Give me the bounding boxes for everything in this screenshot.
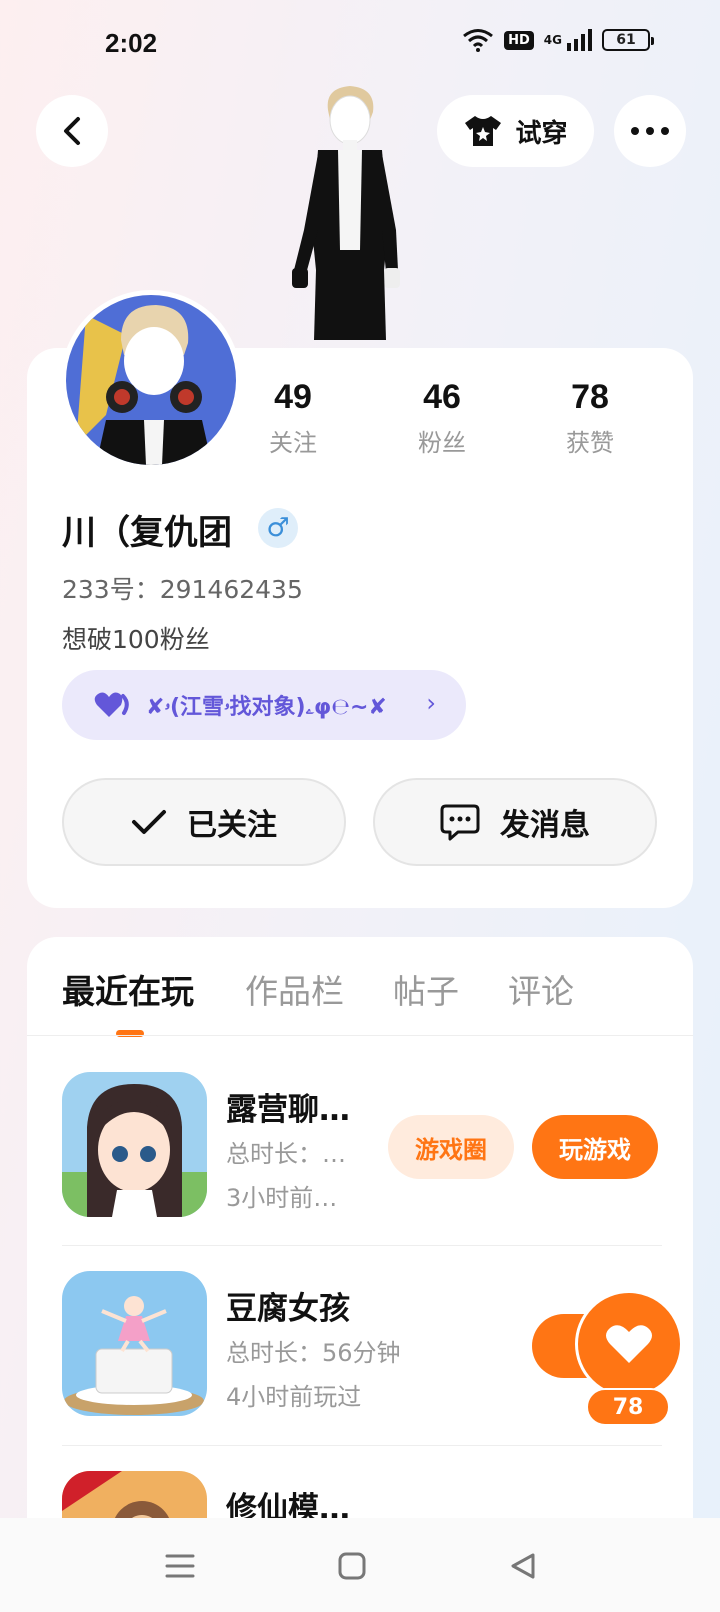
- game-circle-button[interactable]: 游戏圈: [388, 1115, 514, 1179]
- home-button[interactable]: [332, 1548, 372, 1584]
- user-name: 川（复仇团: [62, 513, 232, 553]
- hd-badge: HD: [504, 30, 534, 50]
- group-tag[interactable]: ✘ۥ(江雪ۥ找对象)ۦφ℮~✘ ›: [62, 670, 466, 740]
- user-bio: 想破100粉丝: [62, 625, 210, 654]
- chevron-right-icon: ›: [426, 689, 436, 717]
- game-duration: 总时长：…: [226, 1140, 346, 1168]
- more-options-button[interactable]: [614, 95, 686, 167]
- like-button[interactable]: [575, 1290, 683, 1398]
- stat-likes[interactable]: 78 获赞: [535, 378, 645, 458]
- back-button[interactable]: [36, 95, 108, 167]
- tab-posts[interactable]: 帖子: [393, 965, 459, 1013]
- game-last-played: 3小时前…: [226, 1184, 338, 1212]
- row-divider: [62, 1445, 662, 1446]
- tab-comments[interactable]: 评论: [508, 965, 574, 1013]
- more-dots-icon: [631, 127, 669, 135]
- chat-bubble-icon: [440, 804, 480, 841]
- heart-icon: [94, 692, 129, 717]
- gender-male-icon: ♂: [258, 508, 298, 548]
- likes-count: 78: [571, 378, 609, 416]
- game-title: 露营聊…: [226, 1092, 350, 1128]
- following-count: 49: [274, 378, 312, 416]
- system-nav-bar: [0, 1518, 720, 1612]
- profile-tabs: 最近在玩 作品栏 帖子 评论: [0, 965, 720, 1035]
- message-button[interactable]: 发消息: [373, 778, 657, 866]
- list-item[interactable]: 露营聊… 总时长：… 3小时前… 游戏圈 玩游戏: [62, 1072, 662, 1232]
- like-count: 78: [586, 1388, 670, 1426]
- follow-label: 已关注: [187, 808, 277, 843]
- game-title: 豆腐女孩: [226, 1291, 350, 1327]
- status-bar: 2:02 HD 4G 61: [0, 0, 720, 80]
- recents-button[interactable]: [160, 1548, 200, 1584]
- game-icon: [62, 1072, 207, 1217]
- back-triangle-icon: [511, 1553, 535, 1579]
- back-arrow-icon: [64, 117, 80, 145]
- menu-icon: [165, 1554, 195, 1578]
- battery-indicator: 61: [602, 29, 654, 51]
- message-label: 发消息: [500, 808, 590, 843]
- wifi-icon: [463, 29, 494, 52]
- avatar[interactable]: [61, 290, 241, 470]
- check-icon: [132, 810, 166, 834]
- fans-count: 46: [423, 378, 461, 416]
- home-square-icon: [338, 1552, 366, 1580]
- play-game-button[interactable]: 玩游戏: [532, 1115, 658, 1179]
- game-duration: 总时长：56分钟: [226, 1339, 401, 1367]
- try-on-button[interactable]: 试穿: [437, 95, 594, 167]
- tab-recently-played[interactable]: 最近在玩: [62, 965, 194, 1013]
- status-time: 2:02: [105, 28, 158, 58]
- stat-following[interactable]: 49 关注: [238, 378, 348, 458]
- row-divider: [62, 1245, 662, 1246]
- user-id: 233号：291462435: [62, 575, 303, 604]
- avatar-figure: [292, 86, 400, 340]
- fans-label: 粉丝: [418, 429, 466, 457]
- status-icons: HD 4G 61: [462, 28, 654, 52]
- likes-label: 获赞: [566, 429, 614, 457]
- game-last-played: 4小时前玩过: [226, 1383, 362, 1411]
- following-label: 关注: [269, 429, 317, 457]
- signal-icon: [567, 29, 592, 51]
- heart-icon: [606, 1325, 652, 1363]
- follow-button[interactable]: 已关注: [62, 778, 346, 866]
- network-type: 4G: [543, 33, 562, 47]
- avatar-image: [66, 295, 236, 465]
- group-tag-label: ✘ۥ(江雪ۥ找对象)ۦφ℮~✘: [146, 695, 387, 720]
- back-nav-button[interactable]: [503, 1548, 543, 1584]
- tshirt-icon: [465, 116, 502, 146]
- game-icon: [62, 1271, 207, 1416]
- stat-fans[interactable]: 46 粉丝: [387, 378, 497, 458]
- list-item[interactable]: 豆腐女孩 总时长：56分钟 4小时前玩过 玩: [62, 1271, 662, 1431]
- tab-works[interactable]: 作品栏: [245, 965, 344, 1013]
- try-on-label: 试穿: [515, 118, 568, 149]
- tabs-divider: [27, 1035, 693, 1036]
